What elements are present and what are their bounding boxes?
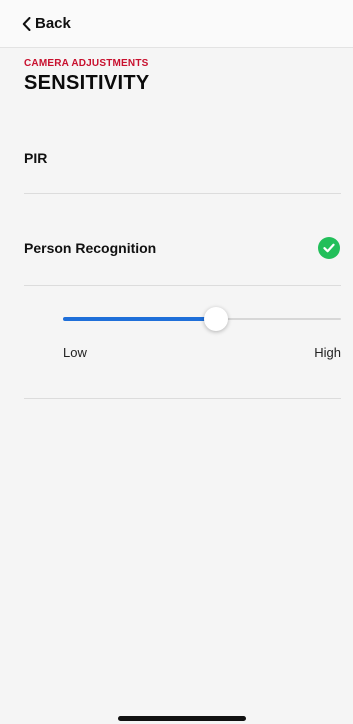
slider-fill [63,317,216,321]
option-person-recognition[interactable]: Person Recognition [24,240,156,256]
section-label: CAMERA ADJUSTMENTS [24,58,149,69]
slider-max-label: High [314,345,341,360]
page-title: SENSITIVITY [24,72,150,94]
divider [24,398,341,399]
back-button[interactable]: Back [22,15,71,32]
checkmark-icon [318,237,340,259]
slider-thumb[interactable] [203,307,228,331]
divider [24,285,341,286]
home-indicator [118,716,246,721]
chevron-left-icon [22,16,31,31]
option-pir[interactable]: PIR [24,150,47,166]
divider [24,193,341,194]
back-label: Back [35,15,71,32]
slider-min-label: Low [63,345,87,360]
top-nav-bar: Back [0,0,353,48]
sensitivity-slider[interactable] [63,306,341,332]
